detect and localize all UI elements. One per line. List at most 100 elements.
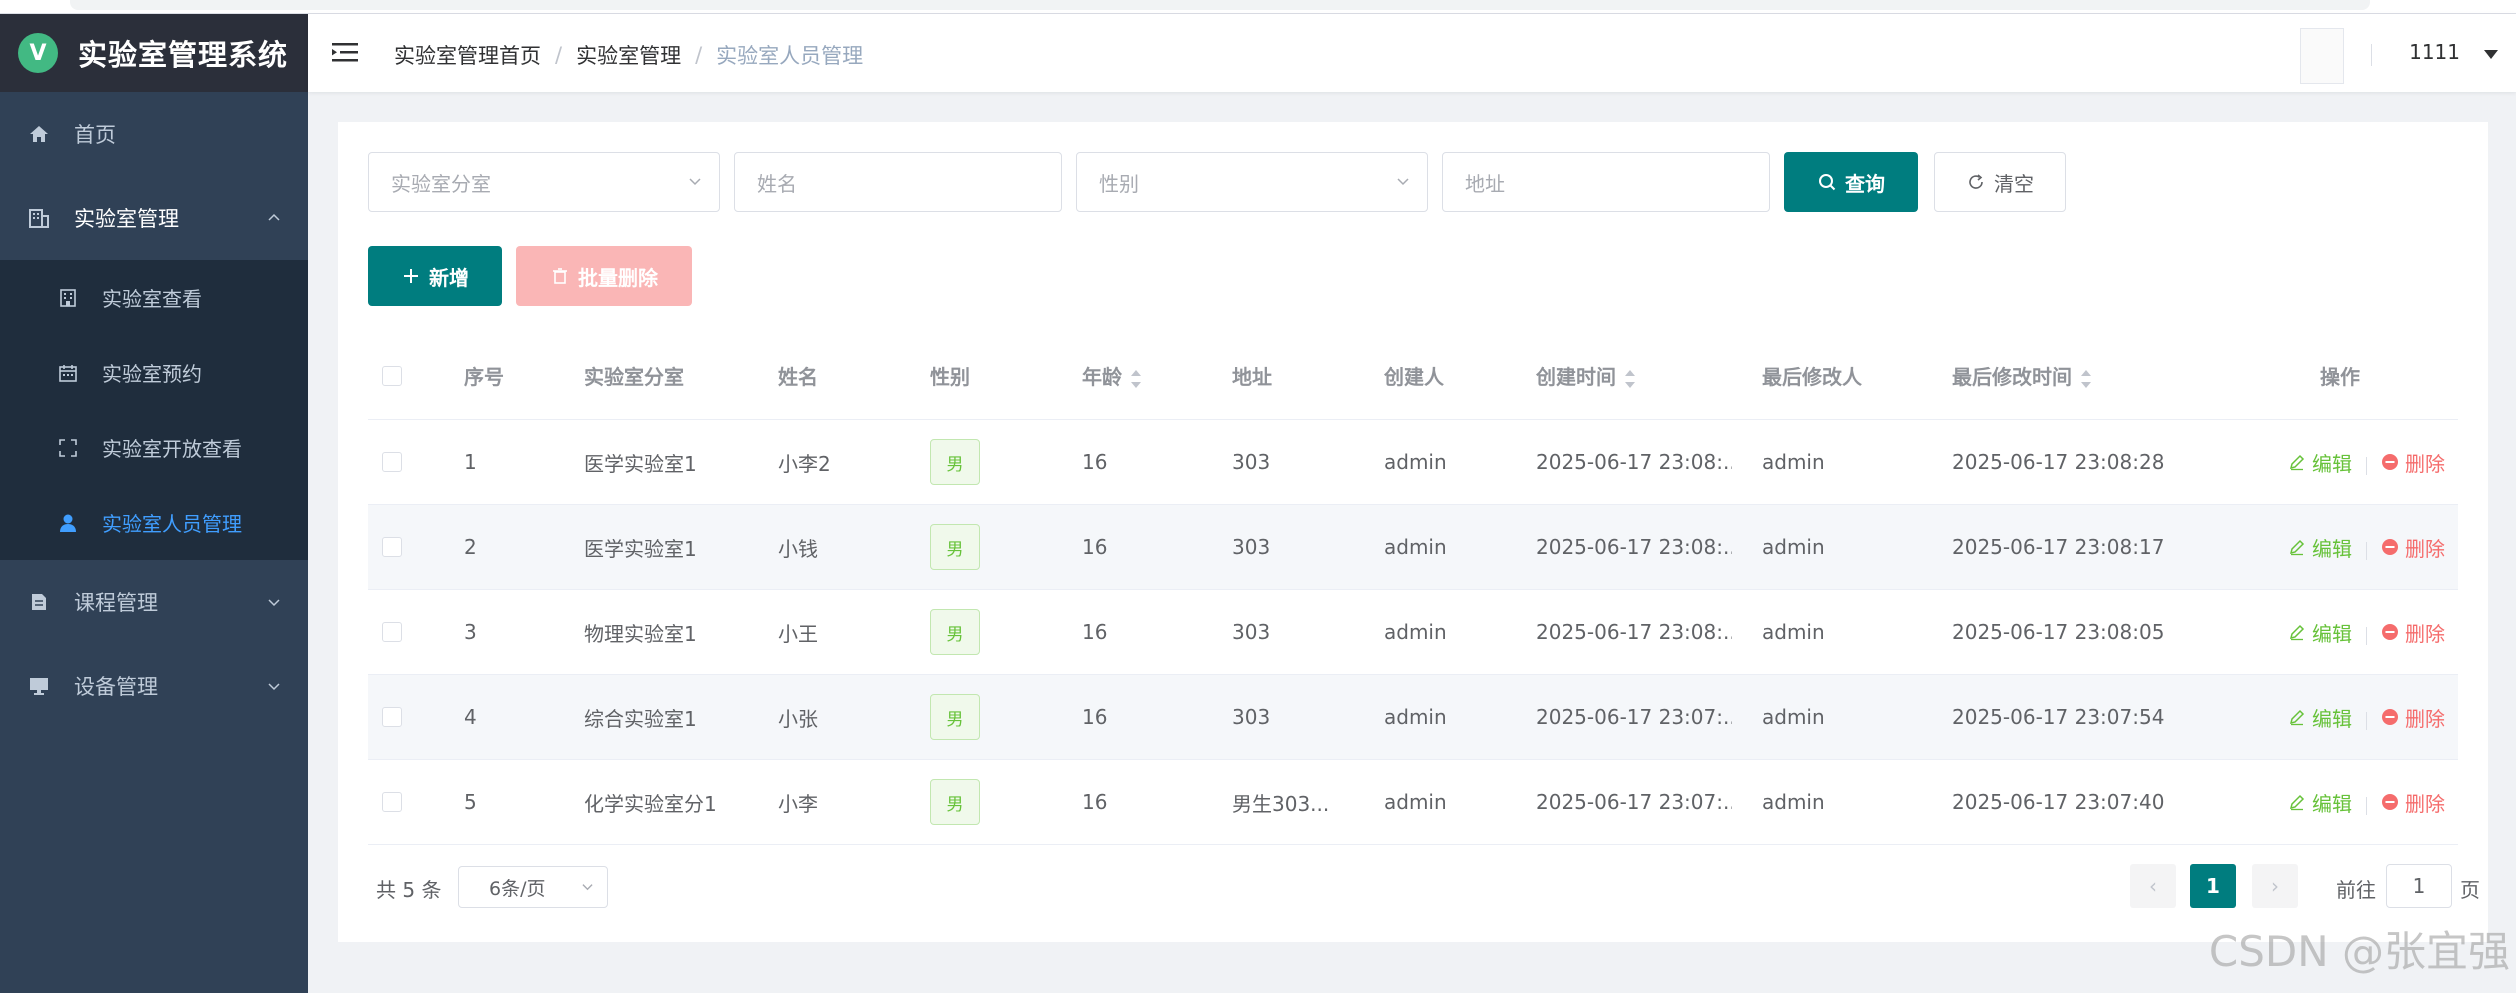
lab-branch-select[interactable]: 实验室分室 (368, 152, 720, 212)
remove-circle-icon (2382, 454, 2398, 470)
delete-button[interactable]: 删除 (2381, 533, 2445, 562)
cell-lab: 医学实验室1 (584, 451, 697, 476)
hamburger-menu-icon[interactable] (332, 41, 358, 63)
delete-label: 删除 (2405, 536, 2445, 561)
goto-page-input[interactable]: 1 (2386, 864, 2452, 908)
divider (2371, 44, 2372, 66)
edit-button[interactable]: 编辑 (2288, 533, 2352, 562)
cell-actions: 编辑 删除 (2288, 703, 2445, 732)
sidebar-item-lab-view[interactable]: 实验室查看 (0, 260, 308, 335)
sidebar-item-label: 实验室管理 (74, 207, 179, 231)
table-body: 1 医学实验室1 小李2 16 303 admin 2025-06-17 23:08:...… (368, 420, 2458, 845)
query-label: 查询 (1845, 171, 1885, 196)
user-icon (56, 511, 80, 535)
edit-button[interactable]: 编辑 (2288, 788, 2352, 817)
edit-button[interactable]: 编辑 (2288, 618, 2352, 647)
query-button[interactable]: 查询 (1784, 152, 1918, 212)
sidebar-item-home[interactable]: 首页 (0, 92, 308, 176)
batch-delete-button[interactable]: 批量删除 (516, 246, 692, 306)
cell-index: 5 (464, 790, 477, 814)
gender-placeholder: 性别 (1099, 171, 1139, 196)
add-button[interactable]: 新增 (368, 246, 502, 306)
clear-button[interactable]: 清空 (1934, 152, 2066, 212)
address-input[interactable]: 地址 (1442, 152, 1770, 212)
username[interactable]: 1111 (2409, 40, 2460, 64)
sort-caret-icon[interactable] (1130, 369, 1142, 388)
cell-age: 16 (1082, 705, 1108, 729)
cell-index: 2 (464, 535, 477, 559)
chevron-down-icon (582, 884, 593, 891)
gender-select[interactable]: 性别 (1076, 152, 1428, 212)
delete-label: 删除 (2405, 706, 2445, 731)
cell-modifier: admin (1762, 705, 1825, 729)
sidebar-item-lab-management[interactable]: 实验室管理 (0, 176, 308, 260)
row-checkbox[interactable] (382, 622, 402, 642)
edit-button[interactable]: 编辑 (2288, 703, 2352, 732)
sort-caret-icon[interactable] (1624, 369, 1636, 388)
column-header-created-wrap[interactable]: 创建时间 (1536, 361, 1636, 390)
search-icon (1817, 172, 1837, 192)
row-checkbox[interactable] (382, 792, 402, 812)
column-header-modifier: 最后修改人 (1762, 365, 1862, 389)
delete-button[interactable]: 删除 (2381, 788, 2445, 817)
column-header-modified-wrap[interactable]: 最后修改时间 (1952, 361, 2092, 390)
row-checkbox[interactable] (382, 537, 402, 557)
sidebar-item-label: 实验室人员管理 (102, 512, 242, 536)
name-input[interactable]: 姓名 (734, 152, 1062, 212)
breadcrumb-lab-management[interactable]: 实验室管理 (576, 40, 681, 70)
avatar[interactable] (2300, 28, 2344, 84)
trash-icon (550, 266, 570, 286)
cell-creator: admin (1384, 620, 1447, 644)
cell-creator: admin (1384, 450, 1447, 474)
chevron-down-icon (268, 683, 280, 691)
column-header-gender: 性别 (930, 365, 970, 389)
column-header-age: 年龄 (1082, 365, 1122, 389)
breadcrumb-home[interactable]: 实验室管理首页 (394, 40, 541, 70)
cell-lab: 物理实验室1 (584, 621, 697, 646)
sidebar-item-lab-personnel[interactable]: 实验室人员管理 (0, 485, 308, 560)
delete-button[interactable]: 删除 (2381, 618, 2445, 647)
row-checkbox[interactable] (382, 452, 402, 472)
caret-down-icon[interactable] (2484, 50, 2498, 59)
edit-icon (2289, 709, 2305, 726)
sidebar-item-equipment-management[interactable]: 设备管理 (0, 644, 308, 728)
sort-caret-icon[interactable] (2080, 369, 2092, 388)
divider (2366, 456, 2367, 475)
page-size-select[interactable]: 6条/页 (458, 866, 608, 908)
chevron-down-icon (268, 599, 280, 607)
home-icon (26, 121, 52, 147)
cell-actions: 编辑 删除 (2288, 448, 2445, 477)
address-bar[interactable] (70, 0, 2370, 10)
cell-name: 小钱 (778, 536, 818, 561)
delete-button[interactable]: 删除 (2381, 703, 2445, 732)
app-logo[interactable]: V 实验室管理系统 (0, 14, 308, 92)
gender-tag: 男 (930, 524, 980, 570)
sidebar-item-lab-open-view[interactable]: 实验室开放查看 (0, 410, 308, 485)
cell-address: 303 (1232, 620, 1271, 644)
delete-button[interactable]: 删除 (2381, 448, 2445, 477)
document-icon (26, 589, 52, 615)
select-all-checkbox[interactable] (382, 365, 402, 386)
add-label: 新增 (429, 265, 469, 290)
gender-tag: 男 (930, 609, 980, 655)
edit-button[interactable]: 编辑 (2288, 448, 2352, 477)
cell-modifier: admin (1762, 450, 1825, 474)
table-row: 3 物理实验室1 小王 16 303 admin 2025-06-17 23:08:... a… (368, 590, 2458, 675)
sidebar-item-lab-reservation[interactable]: 实验室预约 (0, 335, 308, 410)
prev-page-button[interactable]: ‹ (2130, 864, 2176, 908)
sidebar-item-course-management[interactable]: 课程管理 (0, 560, 308, 644)
building-icon (26, 205, 52, 231)
lab-branch-placeholder: 实验室分室 (391, 171, 491, 196)
sidebar: V 实验室管理系统 首页 实验室管理 实验室查看 实验室预约 实验室开放查看 实… (0, 14, 308, 993)
column-header-age-wrap[interactable]: 年龄 (1082, 361, 1142, 390)
cell-actions: 编辑 删除 (2288, 533, 2445, 562)
row-checkbox[interactable] (382, 707, 402, 727)
page-number-button[interactable]: 1 (2190, 864, 2236, 908)
column-header-created: 创建时间 (1536, 365, 1616, 389)
edit-label: 编辑 (2312, 791, 2352, 816)
gender-tag: 男 (930, 694, 980, 740)
next-page-button[interactable]: › (2252, 864, 2298, 908)
divider (2366, 541, 2367, 560)
remove-circle-icon (2382, 539, 2398, 555)
cell-age: 16 (1082, 790, 1108, 814)
